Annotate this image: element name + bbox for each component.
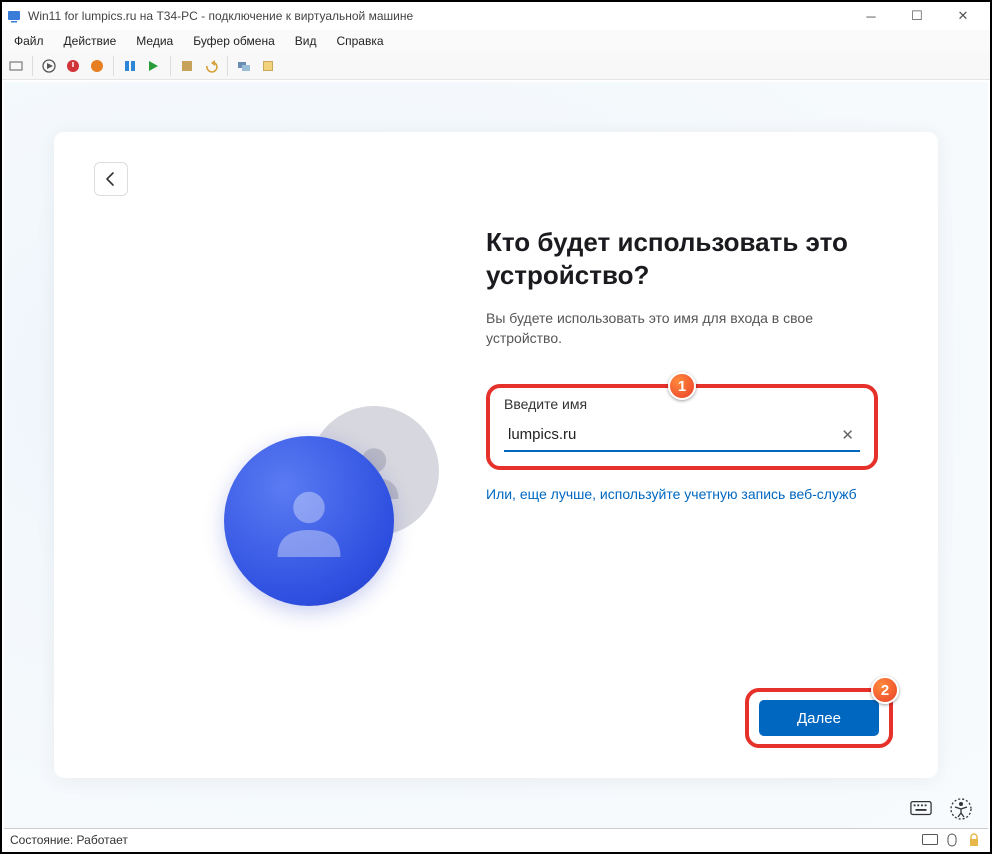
next-button[interactable]: Далее xyxy=(759,700,879,736)
reset-icon[interactable] xyxy=(144,56,164,76)
menu-file[interactable]: Файл xyxy=(4,32,54,50)
arrow-left-icon xyxy=(102,170,120,188)
start-icon[interactable] xyxy=(39,56,59,76)
name-field-highlight: 1 Введите имя ✕ xyxy=(486,384,878,470)
page-subtext: Вы будете использовать это имя для входа… xyxy=(486,309,878,348)
clear-input-icon[interactable]: ✕ xyxy=(841,426,854,444)
menu-clipboard[interactable]: Буфер обмена xyxy=(183,32,285,50)
alt-account-link[interactable]: Или, еще лучше, используйте учетную запи… xyxy=(486,486,878,502)
close-button[interactable]: ✕ xyxy=(940,2,986,30)
avatar-illustration xyxy=(224,436,394,606)
keyboard-icon[interactable] xyxy=(910,798,932,820)
pause-icon[interactable] xyxy=(120,56,140,76)
accessibility-icon[interactable] xyxy=(950,798,972,820)
checkpoint-icon[interactable] xyxy=(177,56,197,76)
minimize-button[interactable]: ─ xyxy=(848,2,894,30)
status-lock-icon xyxy=(966,832,982,848)
menu-help[interactable]: Справка xyxy=(326,32,393,50)
maximize-button[interactable]: ☐ xyxy=(894,2,940,30)
next-button-highlight: 2 Далее xyxy=(745,688,893,748)
oobe-tray xyxy=(910,798,972,820)
annotation-badge-2: 2 xyxy=(871,676,899,704)
avatar-primary-icon xyxy=(224,436,394,606)
oobe-panel: Кто будет использовать это устройство? В… xyxy=(54,132,938,778)
toolbar xyxy=(2,52,990,80)
enhanced-session-icon[interactable] xyxy=(234,56,254,76)
statusbar: Состояние: Работает xyxy=(4,828,988,850)
status-text: Состояние: Работает xyxy=(10,833,128,847)
menu-view[interactable]: Вид xyxy=(285,32,327,50)
titlebar: Win11 for lumpics.ru на T34-PC - подключ… xyxy=(2,2,990,30)
vm-display: Кто будет использовать это устройство? В… xyxy=(4,82,988,828)
ctrl-alt-del-icon[interactable] xyxy=(6,56,26,76)
illustration-pane xyxy=(94,196,486,782)
turn-off-icon[interactable] xyxy=(63,56,83,76)
revert-icon[interactable] xyxy=(201,56,221,76)
menubar: Файл Действие Медиа Буфер обмена Вид Спр… xyxy=(2,30,990,52)
name-input[interactable] xyxy=(504,418,860,452)
shutdown-icon[interactable] xyxy=(87,56,107,76)
annotation-badge-1: 1 xyxy=(668,372,696,400)
menu-media[interactable]: Медиа xyxy=(126,32,183,50)
back-button[interactable] xyxy=(94,162,128,196)
menu-action[interactable]: Действие xyxy=(54,32,127,50)
window-title: Win11 for lumpics.ru на T34-PC - подключ… xyxy=(28,9,848,23)
status-mouse-icon xyxy=(944,832,960,848)
status-keyboard-icon xyxy=(922,832,938,848)
page-heading: Кто будет использовать это устройство? xyxy=(486,226,878,291)
share-icon[interactable] xyxy=(258,56,278,76)
app-icon xyxy=(6,8,22,24)
